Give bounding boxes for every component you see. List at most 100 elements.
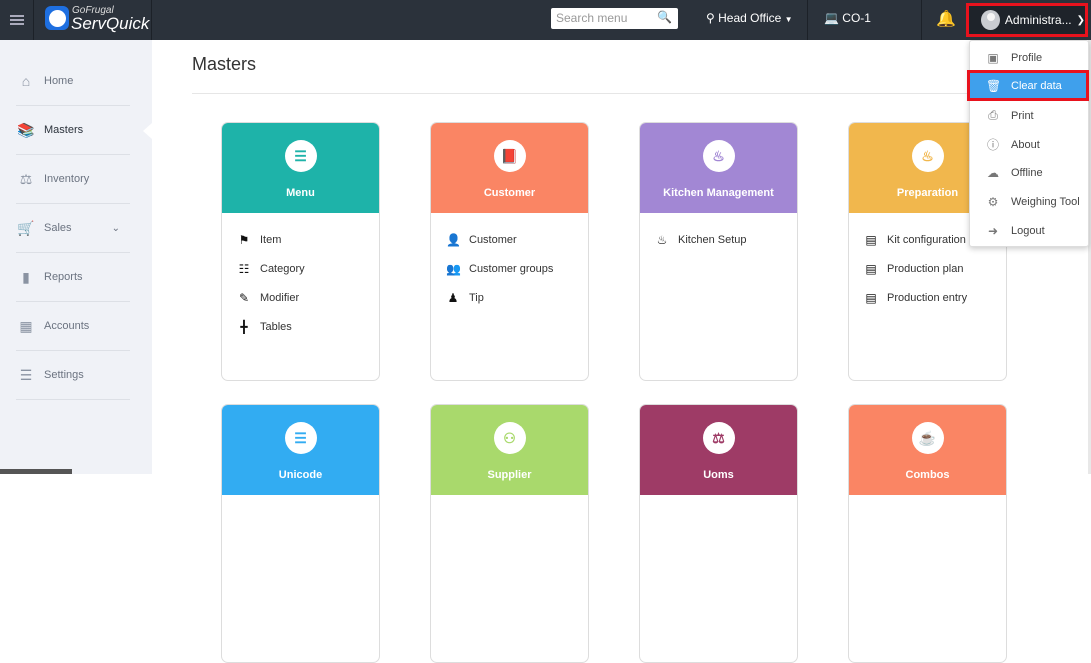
card-link[interactable]: 👥 Customer groups [446, 254, 588, 283]
search-input[interactable]: Search menu 🔍 [551, 8, 678, 29]
card-link[interactable]: ♨ Kitchen Setup [655, 225, 797, 254]
user-name: Administra... [1004, 13, 1072, 27]
pan-icon: ♨ [911, 140, 944, 172]
card-link-label: Item [260, 233, 282, 246]
master-card-unicode: ☰ Unicode [221, 404, 380, 663]
user-icon: 👤 [446, 232, 461, 247]
card-header[interactable]: ♨ Kitchen Management [640, 123, 797, 213]
tip-icon: ♟ [447, 290, 459, 305]
card-link-label: Customer [469, 233, 517, 246]
active-pointer [143, 123, 152, 139]
modifier-icon: ✎ [238, 290, 250, 305]
sidebar-item-label: Inventory [44, 173, 90, 185]
menu-item-label: About [1011, 138, 1040, 151]
user-dropdown-menu: ▣ Profile 🗑 Clear data ⎙ Print ⓘ About ☁ Offl… [967, 40, 1089, 247]
clock-logo-icon [45, 6, 69, 30]
card-link[interactable]: ▤ Production entry [864, 283, 1006, 312]
chevron-down-icon: ⌄ [111, 222, 120, 234]
card-link-label: Tables [260, 320, 292, 333]
card-link[interactable]: 👤 Customer [446, 225, 588, 254]
card-link-label: Category [260, 262, 305, 275]
card-link[interactable]: ⚑ Item [237, 225, 379, 254]
home-icon: ⌂ [21, 73, 31, 89]
sidebar-item-label: Settings [44, 369, 84, 381]
avatar [981, 10, 1000, 30]
logo[interactable]: GoFrugal ServQuick [34, 0, 152, 40]
card-link-label: Kitchen Setup [678, 233, 747, 246]
sidebar-item-masters[interactable]: 📚 Masters [16, 106, 130, 155]
card-header[interactable]: ☰ Unicode [222, 405, 379, 495]
trolley-icon: ⚖ [19, 171, 33, 187]
sidebar-item-accounts[interactable]: ▦ Accounts [16, 302, 130, 351]
supplier-icon: ⚇ [493, 422, 526, 454]
user-menu-button[interactable]: Administra... ❯ [966, 3, 1088, 37]
card-header[interactable]: ☰ Menu [222, 123, 379, 213]
card-header[interactable]: ☕ Combos [849, 405, 1006, 495]
card-link-label: Kit configuration [887, 233, 966, 246]
divider [192, 93, 1062, 94]
menu-item-label: Print [1011, 109, 1034, 122]
sliders-icon: ☰ [19, 367, 33, 383]
menu-item-print[interactable]: ⎙ Print [970, 101, 1088, 130]
page-title: Masters [192, 54, 257, 74]
card-title: Customer [483, 187, 536, 199]
card-link-label: Production entry [887, 291, 968, 304]
menu-item-about[interactable]: ⓘ About [970, 130, 1088, 159]
computer-icon: 💻 [824, 11, 839, 25]
menu-item-label: Logout [1011, 224, 1045, 237]
sidebar-item-inventory[interactable]: ⚖ Inventory [16, 155, 130, 204]
briefcase-icon: ▣ [987, 50, 999, 65]
master-card-combos: ☕ Combos [848, 404, 1007, 663]
counter-label: CO-1 [842, 11, 871, 25]
master-card-uoms: ⚖ Uoms [639, 404, 798, 663]
card-link-label: Production plan [887, 262, 964, 275]
top-bar: GoFrugal ServQuick Search menu 🔍 ⚲ Head O… [0, 0, 1091, 40]
card-header[interactable]: 📕 Customer [431, 123, 588, 213]
kitchen-icon: ♨ [656, 232, 668, 247]
menu-item-label: Offline [1011, 166, 1043, 179]
caret-down-icon: ▼ [784, 15, 793, 24]
menu-item-profile[interactable]: ▣ Profile [970, 43, 1088, 72]
search-placeholder: Search menu [556, 11, 628, 25]
menu-item-offline[interactable]: ☁ Offline [970, 158, 1088, 187]
location-pin-icon: ⚲ [706, 11, 715, 25]
card-title: Menu [286, 187, 315, 199]
chef-icon: ♨ [702, 140, 735, 172]
scale-icon: ⚖ [702, 422, 735, 454]
card-link[interactable]: ✎ Modifier [237, 283, 379, 312]
sidebar-item-settings[interactable]: ☰ Settings [16, 351, 130, 400]
combo-icon: ☕ [911, 422, 944, 454]
trash-icon: 🗑 [986, 78, 1002, 93]
menu-item-weighing-tool[interactable]: ⚙ Weighing Tool [970, 187, 1088, 216]
sidebar-item-home[interactable]: ⌂ Home [16, 57, 130, 106]
card-header[interactable]: ⚇ Supplier [431, 405, 588, 495]
menu-item-logout[interactable]: ➜ Logout [970, 216, 1088, 245]
card-link[interactable]: ╋ Tables [237, 312, 379, 341]
horizontal-scrollbar[interactable] [0, 469, 72, 474]
card-title: Unicode [278, 469, 323, 481]
card-header[interactable]: ⚖ Uoms [640, 405, 797, 495]
cart-icon: 🛒 [17, 220, 35, 236]
card-link[interactable]: ☷ Category [237, 254, 379, 283]
counter-selector[interactable]: 💻 CO-1 [824, 11, 871, 25]
card-link-label: Modifier [260, 291, 300, 304]
sidebar: ⌂ Home 📚 Masters ⚖ Inventory 🛒 Sales ⌄ ▮ Repor… [0, 40, 152, 474]
hierarchy-icon: ☷ [238, 261, 250, 276]
menu-item-clear-data[interactable]: 🗑 Clear data [967, 70, 1089, 101]
menu-icon [9, 19, 24, 21]
table-icon: ╋ [240, 319, 248, 334]
location-selector[interactable]: ⚲ Head Office ▼ [706, 11, 793, 25]
menu-item-label: Profile [1011, 51, 1043, 64]
master-card-menu: ☰ Menu ⚑ Item ☷ Category ✎ Modifier ╋ Tables [221, 122, 380, 381]
brand-name: ServQuick [71, 14, 150, 33]
card-title: Kitchen Management [663, 187, 774, 199]
card-link[interactable]: ▤ Production plan [864, 254, 1006, 283]
sidebar-item-reports[interactable]: ▮ Reports [16, 253, 130, 302]
card-title: Combos [905, 469, 950, 481]
card-link[interactable]: ♟ Tip [446, 283, 588, 312]
users-icon: 👥 [446, 261, 461, 276]
chevron-down-icon: ❯ [1076, 14, 1085, 26]
sidebar-item-sales[interactable]: 🛒 Sales ⌄ [16, 204, 130, 253]
bell-icon[interactable]: 🔔 [936, 9, 956, 29]
hamburger-menu-button[interactable] [0, 0, 34, 40]
